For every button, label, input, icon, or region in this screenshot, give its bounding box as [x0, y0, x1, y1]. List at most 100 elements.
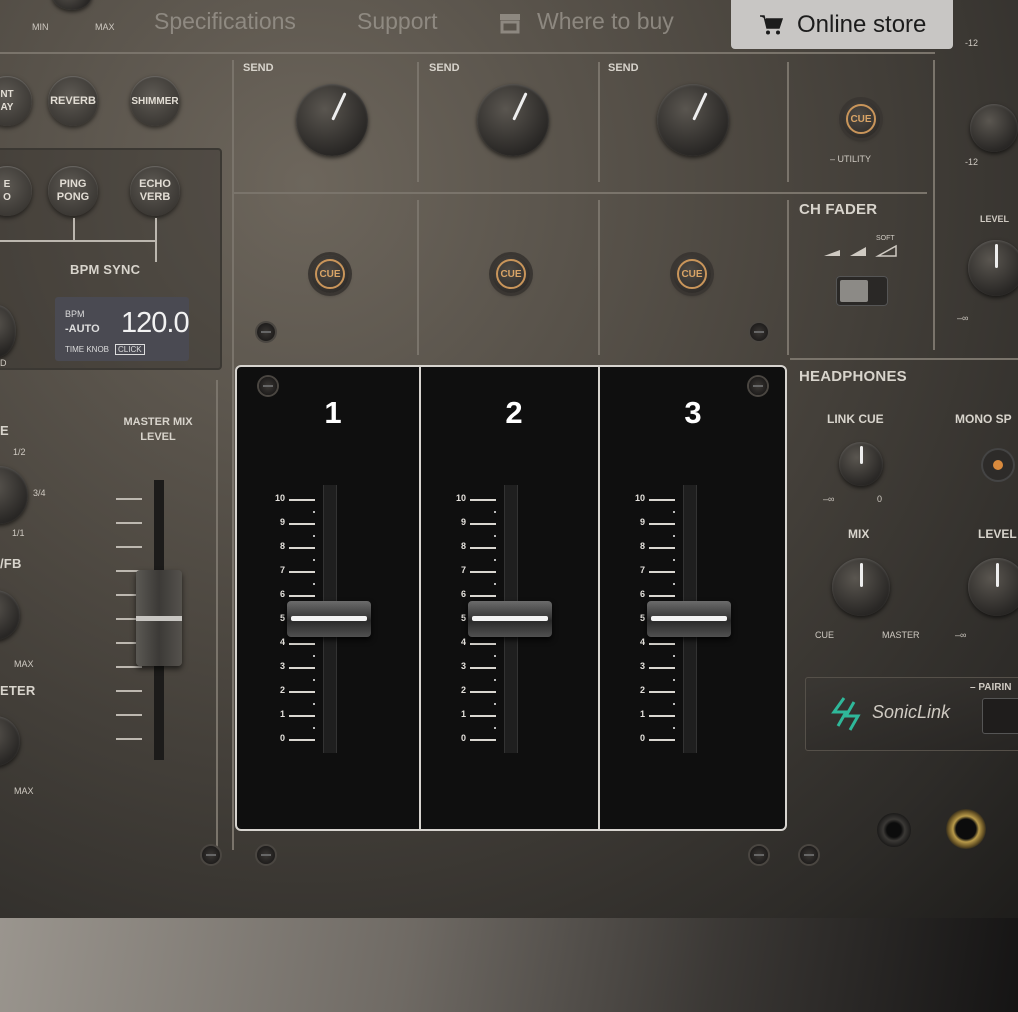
cue-button-ch1[interactable]: CUE — [311, 255, 349, 293]
max-label-2: MAX — [14, 786, 34, 796]
pairing-button[interactable] — [982, 698, 1018, 734]
cart-icon — [760, 14, 783, 34]
fader-scale-tick — [289, 547, 315, 549]
fader-scale-tick — [649, 571, 675, 573]
master-mix-tick — [116, 666, 142, 668]
fader-scale-label: 7 — [279, 565, 285, 575]
fader-scale-dot — [494, 655, 496, 657]
link-cue-zero: 0 — [877, 494, 883, 504]
fader-scale-label: 4 — [460, 637, 466, 647]
fader-scale-dot — [494, 679, 496, 681]
fader-scale-label: 1 — [460, 709, 466, 719]
fx-button-echo-verb[interactable]: ECHO VERB — [130, 166, 180, 216]
master-mix-tick — [116, 738, 142, 740]
cue-button-ch3[interactable]: CUE — [673, 255, 711, 293]
mixer-panel: MIN MAX NT AY REVERB SHIMMER E O PING PO… — [0, 0, 1018, 918]
fx-button-shimmer[interactable]: SHIMMER — [130, 76, 180, 126]
minus12-label-2: -12 — [965, 157, 979, 167]
bpm-value: 120.0 — [121, 307, 190, 339]
eq-knob-right[interactable] — [970, 104, 1018, 152]
fader-scale-label: 4 — [639, 637, 645, 647]
hp-level-knob[interactable] — [968, 558, 1018, 616]
channel-fader-cap[interactable] — [287, 601, 371, 637]
fader-scale-dot — [313, 679, 315, 681]
channel-fader-section: 1 10 9 8 7 6 5 4 3 2 1 0 2 10 9 8 7 6 5 4 3 2 1 0 3 10 9 8 7 6 5 4 3 2 1 0 — [235, 365, 787, 831]
nav-support[interactable]: Support — [357, 8, 438, 35]
hp-level-min: –∞ — [955, 630, 967, 640]
fader-scale-tick — [470, 643, 496, 645]
fb-knob[interactable] — [0, 590, 20, 640]
fader-scale-dot — [313, 703, 315, 705]
fader-scale-tick — [649, 523, 675, 525]
fader-scale-label: 7 — [460, 565, 466, 575]
hp-mix-knob[interactable] — [832, 558, 890, 616]
half-label: 1/2 — [13, 447, 26, 457]
d-label: D — [0, 358, 7, 368]
divider — [232, 60, 234, 850]
mono-split-button[interactable] — [983, 450, 1013, 480]
fader-scale-tick — [470, 571, 496, 573]
master-mix-tick — [116, 546, 142, 548]
fx-button-reverb[interactable]: REVERB — [48, 76, 98, 126]
fader-scale-tick — [289, 643, 315, 645]
fader-scale-tick — [470, 523, 496, 525]
ch-fader-title: CH FADER — [799, 201, 878, 218]
ch-fader-curve-switch[interactable] — [836, 276, 888, 306]
online-store-label: Online store — [797, 10, 927, 38]
soft-label: SOFT — [876, 235, 895, 242]
beat-knob[interactable] — [0, 466, 28, 524]
click-label: CLICK — [115, 344, 145, 355]
screw — [800, 846, 818, 864]
nav-specifications[interactable]: Specifications — [154, 8, 296, 35]
fader-scale-dot — [494, 535, 496, 537]
channel-fader-cap[interactable] — [468, 601, 552, 637]
fader-scale-tick — [470, 739, 496, 741]
online-store-button[interactable]: Online store — [731, 0, 953, 49]
channel-number: 1 — [324, 395, 342, 430]
fader-scale-tick — [649, 547, 675, 549]
store-icon — [498, 12, 522, 34]
link-cue-label: LINK CUE — [827, 412, 884, 426]
divider — [216, 380, 218, 850]
curve-icons — [824, 244, 897, 257]
send-knob-3[interactable] — [657, 84, 729, 156]
e-label: E — [0, 423, 9, 438]
mix-cue-label: CUE — [815, 630, 835, 640]
level-knob-right[interactable] — [968, 240, 1018, 296]
fader-scale-label: 3 — [279, 661, 285, 671]
connector — [0, 240, 157, 242]
channel-fader-cap[interactable] — [647, 601, 731, 637]
soniclink-panel: SonicLink – PAIRIN — [805, 677, 1018, 751]
fader-scale-label: 2 — [639, 685, 645, 695]
fader-scale-label: 7 — [639, 565, 645, 575]
cue-button-ch2[interactable]: CUE — [492, 255, 530, 293]
mix-master-label: MASTER — [882, 630, 920, 640]
cue-label: CUE — [846, 104, 876, 134]
fx-button-partial[interactable]: NT AY — [0, 76, 32, 126]
divider — [598, 62, 600, 182]
level-knob[interactable] — [0, 716, 20, 766]
link-cue-knob[interactable] — [839, 442, 883, 486]
connector — [155, 240, 157, 262]
fader-scale-label: 10 — [455, 493, 466, 503]
connector — [155, 218, 157, 242]
cue-label: CUE — [315, 259, 345, 289]
send-knob-2[interactable] — [477, 84, 549, 156]
level-label-right: LEVEL — [980, 214, 1010, 224]
master-mix-fader-cap[interactable] — [136, 570, 182, 666]
channel-1: 1 10 9 8 7 6 5 4 3 2 1 0 — [237, 367, 419, 829]
fader-scale-label: 9 — [279, 517, 285, 527]
time-knob-label: TIME KNOB — [65, 345, 110, 354]
utility-label: – UTILITY — [830, 154, 872, 164]
fader-scale-tick — [649, 643, 675, 645]
fader-scale-dot — [313, 655, 315, 657]
fader-scale-dot — [494, 511, 496, 513]
utility-cue-button[interactable]: CUE — [842, 100, 880, 138]
cue-label: CUE — [496, 259, 526, 289]
channel-number: 3 — [684, 395, 702, 430]
fader-scale-dot — [494, 703, 496, 705]
fx-button-ping-pong[interactable]: PING PONG — [48, 166, 98, 216]
fader-scale-dot — [313, 559, 315, 561]
send-knob-1[interactable] — [296, 84, 368, 156]
nav-where-to-buy[interactable]: Where to buy — [537, 8, 674, 35]
